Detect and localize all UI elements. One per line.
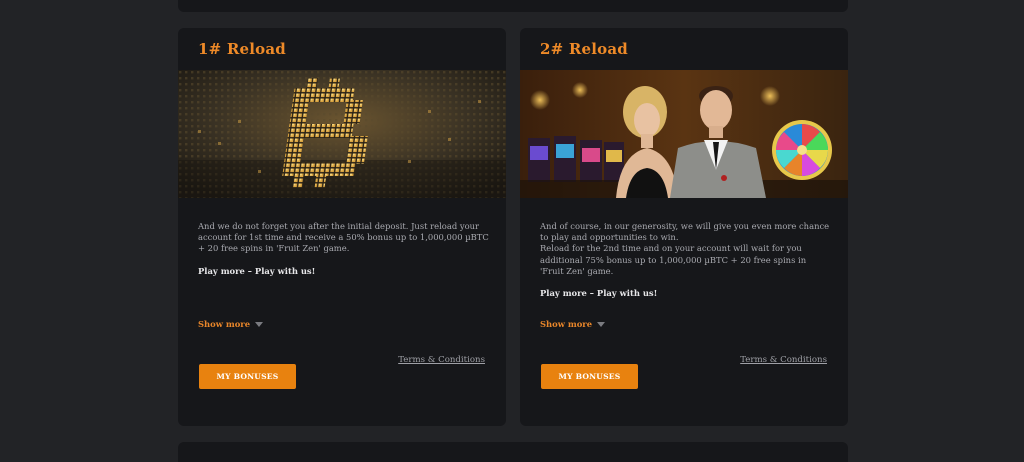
chevron-down-icon — [255, 321, 264, 327]
show-more-link[interactable]: Show more — [198, 319, 264, 329]
description-line-1: And of course, in our generosity, we wil… — [540, 221, 830, 243]
casino-couple-image — [520, 70, 848, 198]
card-title: 2# Reload — [540, 40, 628, 58]
show-more-label: Show more — [198, 319, 251, 329]
previous-promo-card — [178, 0, 848, 12]
description-text: And we do not forget you after the initi… — [198, 221, 489, 254]
description-line-2: Reload for the 2nd time and on your acco… — [540, 243, 807, 276]
next-promo-card — [178, 442, 848, 462]
show-more-link[interactable]: Show more — [540, 319, 606, 329]
chevron-down-icon — [597, 321, 606, 327]
terms-link[interactable]: Terms & Conditions — [740, 355, 827, 365]
card-description: And of course, in our generosity, we wil… — [540, 221, 832, 299]
card-description: And we do not forget you after the initi… — [198, 221, 490, 277]
terms-link[interactable]: Terms & Conditions — [398, 355, 485, 365]
reload-1-card: 1# Reload And we do not forget you after… — [178, 28, 506, 426]
show-more-label: Show more — [540, 319, 593, 329]
tagline: Play more – Play with us! — [540, 288, 658, 299]
my-bonuses-button[interactable]: MY BONUSES — [541, 364, 638, 389]
tagline: Play more – Play with us! — [198, 265, 316, 276]
reload-2-card: 2# Reload And of course, in our generosi… — [520, 28, 848, 426]
card-title: 1# Reload — [198, 40, 286, 58]
my-bonuses-button[interactable]: MY BONUSES — [199, 364, 296, 389]
bitcoin-circuit-image — [178, 70, 506, 198]
